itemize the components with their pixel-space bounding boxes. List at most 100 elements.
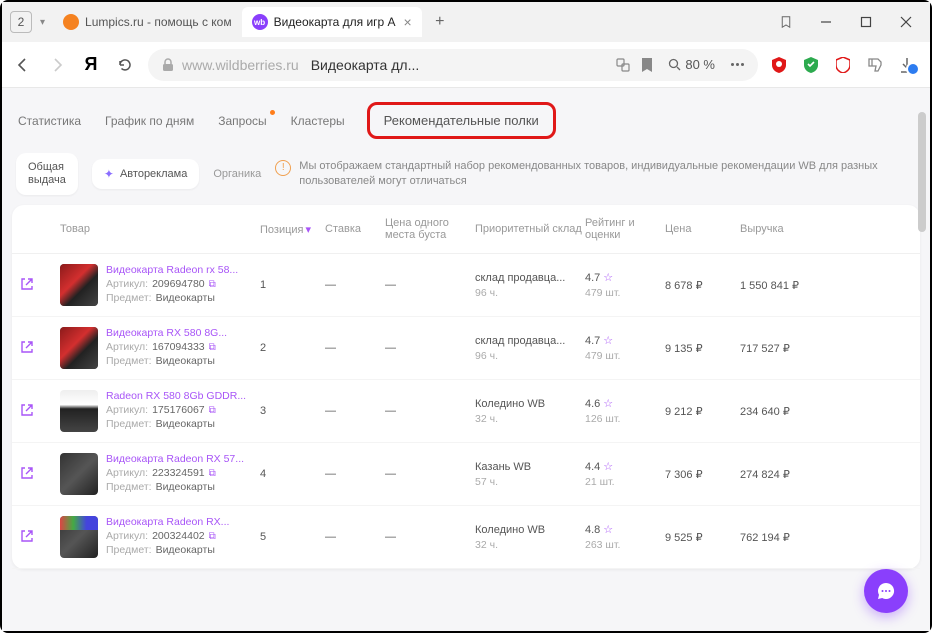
th-position[interactable]: Позиция▾ [260,223,325,236]
subtab-clusters[interactable]: Кластеры [289,110,347,132]
copy-icon[interactable]: ⧉ [209,342,216,353]
external-link-icon[interactable] [20,340,60,357]
subtab-queries[interactable]: Запросы [216,110,268,132]
th-priority[interactable]: Приоритетный склад [475,223,585,235]
forward-button[interactable] [46,54,68,76]
product-name[interactable]: Radeon RX 580 8Gb GDDR... [106,390,246,402]
tab-lumpics[interactable]: Lumpics.ru - помощь с ком [53,7,242,37]
cell-warehouse: склад продавца...96 ч. [475,335,585,362]
notification-dot-icon [270,110,275,115]
product-name[interactable]: Видеокарта Radeon RX 57... [106,453,244,465]
adguard-icon[interactable] [802,56,820,74]
window-close[interactable] [886,7,926,37]
product-cell: Видеокарта Radeon rx 58... Артикул: 2096… [60,264,260,306]
product-thumb[interactable] [60,264,98,306]
cell-boost: — [385,342,475,354]
tab-wildberries[interactable]: wb Видеокарта для игр А × [242,7,422,37]
close-icon[interactable]: × [404,14,412,30]
favicon-lumpics [63,14,79,30]
cell-rate: — [325,405,385,417]
th-price[interactable]: Цена [665,223,740,235]
window-maximize[interactable] [846,7,886,37]
product-subject: Предмет: Видеокарты [106,418,246,430]
bookmark-icon[interactable] [766,7,806,37]
external-link-icon[interactable] [20,529,60,546]
url-menu[interactable] [731,63,744,66]
filter-row: Общая выдача ✦Автореклама Органика ! Мы … [12,147,920,205]
table-row: Видеокарта Radeon rx 58... Артикул: 2096… [12,254,920,317]
cell-position: 4 [260,468,325,480]
th-product[interactable]: Товар [60,223,260,235]
filter-organic[interactable]: Органика [213,168,261,180]
cell-price: 9 525 ₽ [665,531,740,544]
product-thumb[interactable] [60,390,98,432]
product-subject: Предмет: Видеокарты [106,544,229,556]
address-bar: Я www.wildberries.ru Видеокарта дл... 80… [2,42,930,88]
cell-boost: — [385,405,475,417]
cell-price: 8 678 ₽ [665,279,740,292]
product-cell: Radeon RX 580 8Gb GDDR... Артикул: 17517… [60,390,260,432]
product-name[interactable]: Видеокарта RX 580 8G... [106,327,227,339]
reload-button[interactable] [114,54,136,76]
new-tab-button[interactable]: + [428,10,452,34]
product-name[interactable]: Видеокарта Radeon RX... [106,516,229,528]
products-table: Товар Позиция▾ Ставка Цена одного места … [12,205,920,569]
copy-icon[interactable]: ⧉ [209,531,216,542]
th-rate[interactable]: Ставка [325,223,385,235]
product-thumb[interactable] [60,327,98,369]
copy-icon[interactable]: ⧉ [209,279,216,290]
yandex-home[interactable]: Я [80,54,102,76]
window-minimize[interactable] [806,7,846,37]
subtab-stats[interactable]: Статистика [16,110,83,132]
scrollbar-thumb[interactable] [918,112,926,232]
cell-position: 5 [260,531,325,543]
cell-boost: — [385,468,475,480]
cell-position: 3 [260,405,325,417]
cell-rating: 4.7☆479 шт. [585,271,665,299]
bookmark-icon [641,58,653,72]
product-name[interactable]: Видеокарта Radeon rx 58... [106,264,238,276]
external-link-icon[interactable] [20,277,60,294]
cell-revenue: 234 640 ₽ [740,405,830,418]
zoom-control[interactable]: 80 % [616,57,716,72]
shield-icon[interactable] [834,56,852,74]
downloads-icon[interactable] [898,56,916,74]
th-rating[interactable]: Рейтинг и оценки [585,217,665,241]
product-thumb[interactable] [60,453,98,495]
url-box[interactable]: www.wildberries.ru Видеокарта дл... 80 % [148,49,758,81]
cell-revenue: 717 527 ₽ [740,342,830,355]
cell-revenue: 1 550 841 ₽ [740,279,830,292]
cell-warehouse: Казань WB57 ч. [475,461,585,488]
chat-fab[interactable] [864,569,908,613]
translate-icon [616,58,630,72]
product-subject: Предмет: Видеокарты [106,292,238,304]
back-button[interactable] [12,54,34,76]
star-icon: ☆ [603,524,613,536]
filter-auto[interactable]: ✦Автореклама [92,159,199,189]
tab-counter[interactable]: 2 [10,11,32,33]
copy-icon[interactable]: ⧉ [209,468,216,479]
th-revenue[interactable]: Выручка [740,223,830,235]
ublock-icon[interactable] [770,56,788,74]
th-boost[interactable]: Цена одного места буста [385,217,475,241]
cell-position: 2 [260,342,325,354]
cell-price: 7 306 ₽ [665,468,740,481]
external-link-icon[interactable] [20,403,60,420]
scrollbar[interactable] [918,112,928,621]
product-subject: Предмет: Видеокарты [106,355,227,367]
info-banner: ! Мы отображаем стандартный набор рекоме… [275,159,916,190]
thumbs-down-icon[interactable] [866,56,884,74]
subtab-recs[interactable]: Рекомендательные полки [367,102,556,139]
subtab-daily[interactable]: График по дням [103,110,196,132]
product-thumb[interactable] [60,516,98,558]
tab-dropdown[interactable]: ▾ [40,17,45,28]
cell-boost: — [385,279,475,291]
filter-all[interactable]: Общая выдача [16,153,78,195]
cell-rating: 4.8☆263 шт. [585,523,665,551]
cell-rating: 4.7☆479 шт. [585,334,665,362]
copy-icon[interactable]: ⧉ [209,405,216,416]
cell-rate: — [325,531,385,543]
cell-revenue: 274 824 ₽ [740,468,830,481]
favicon-wb: wb [252,14,268,30]
external-link-icon[interactable] [20,466,60,483]
